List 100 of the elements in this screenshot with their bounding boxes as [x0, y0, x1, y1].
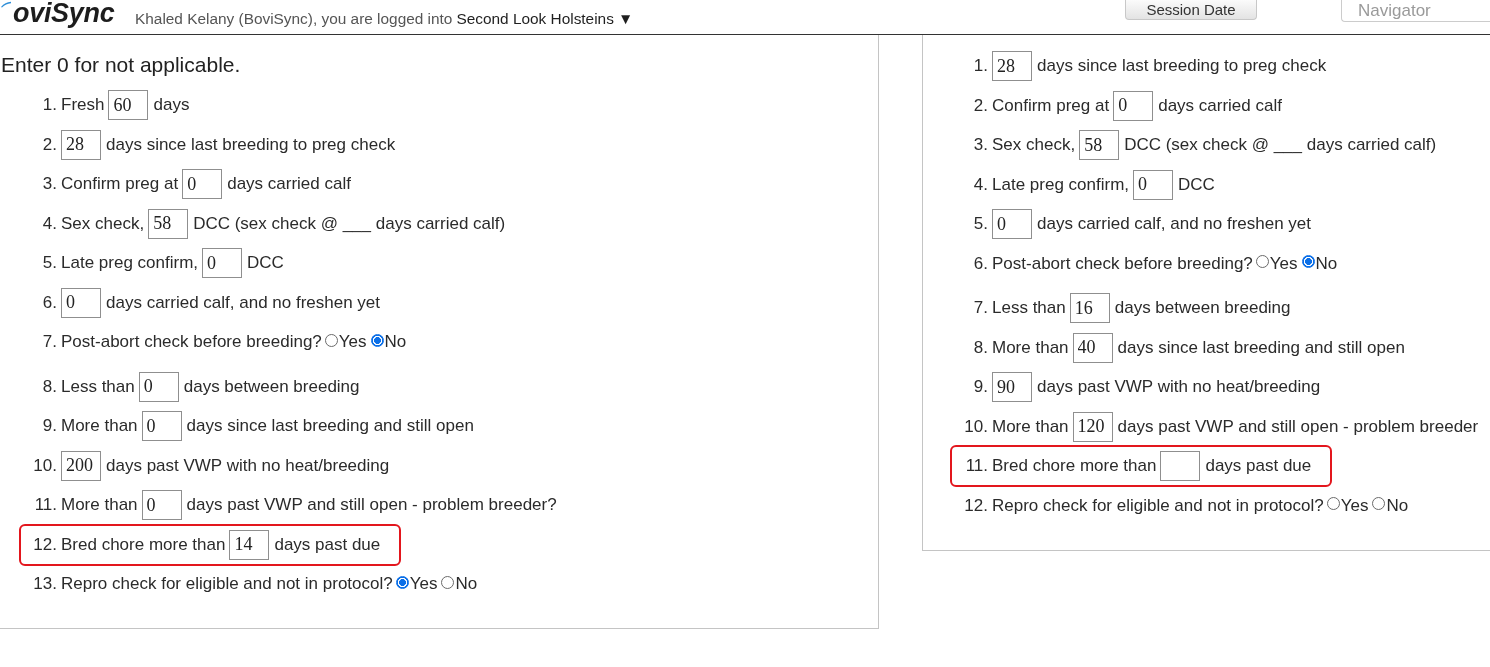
session-date-button[interactable]: Session Date [1125, 0, 1257, 20]
swoosh-icon [0, 1, 12, 8]
field-label: More than [992, 337, 1069, 358]
radio-label[interactable]: Yes [409, 574, 438, 594]
item-number: 10. [963, 416, 988, 437]
number-field[interactable]: 14 [229, 529, 270, 560]
number-field[interactable]: 90 [992, 372, 1032, 402]
number-field[interactable] [1160, 451, 1201, 481]
unit-label: days between breeding [183, 376, 360, 397]
field-label: Fresh [61, 95, 105, 115]
question-label: Post-abort check before breeding? [61, 332, 322, 352]
unit-label: DCC (sex check @ ___ days carried calf) [1124, 135, 1437, 155]
unit-label: days past due [1205, 456, 1312, 476]
unit-label: DCC (sex check @ ___ days carried calf) [193, 213, 506, 234]
number-field[interactable]: 0 [141, 411, 182, 441]
item-number: 11. [33, 495, 57, 515]
unit-label: days since last breeding and still open [186, 416, 474, 436]
item-number: 5. [972, 214, 988, 234]
radio-button[interactable] [1326, 497, 1340, 510]
unit-label: days between breeding [1114, 298, 1291, 318]
number-field[interactable]: 40 [1072, 332, 1113, 363]
item-number: 1. [972, 56, 988, 76]
unit-label: days past VWP and still open - problem breeder? [186, 495, 557, 515]
item-number: 2. [41, 134, 57, 155]
number-field[interactable]: 0 [141, 490, 182, 520]
item-number: 1. [41, 95, 57, 115]
unit-label: days carried calf, and no freshen yet [106, 292, 381, 313]
field-label: Bred chore more than [992, 456, 1157, 476]
radio-button[interactable] [324, 333, 338, 347]
radio-label[interactable]: Yes [1340, 495, 1369, 516]
item-number: 9. [41, 416, 57, 436]
unit-label: days past VWP with no heat/breeding [106, 455, 390, 476]
item-number: 7. [41, 332, 57, 352]
item-number: 8. [41, 376, 57, 397]
radio-button[interactable] [1301, 255, 1315, 268]
radio-label[interactable]: Yes [1269, 253, 1298, 274]
field-label: Less than [992, 298, 1066, 318]
item-number: 3. [972, 135, 988, 155]
field-label: More than [992, 416, 1069, 437]
item-number: 2. [972, 95, 988, 116]
number-field[interactable]: 0 [1133, 169, 1173, 200]
number-field[interactable]: 0 [138, 371, 179, 402]
unit-label: days since last breeding and still open [1117, 337, 1405, 358]
radio-label[interactable]: No [1386, 495, 1409, 516]
number-field[interactable]: 16 [1069, 293, 1110, 323]
radio-button[interactable] [441, 575, 455, 589]
navigator-field[interactable]: Navigator [1341, 0, 1490, 22]
number-field[interactable]: 28 [61, 129, 101, 160]
field-label: More than [61, 416, 138, 436]
radio-label[interactable]: No [455, 574, 478, 594]
question-label: Repro check for eligible and not in protocol? [61, 574, 393, 594]
unit-label: days carried calf, and no freshen yet [1037, 214, 1312, 234]
unit-label: days [153, 95, 190, 115]
item-number: 6. [41, 292, 57, 313]
item-number: 9. [972, 377, 988, 397]
radio-label[interactable]: Yes [338, 332, 367, 352]
number-field[interactable]: 58 [148, 208, 189, 239]
field-label: Bred chore more than [61, 534, 226, 555]
number-field[interactable]: 0 [61, 287, 101, 318]
radio-button[interactable] [395, 575, 409, 589]
unit-label: days carried calf [227, 174, 351, 194]
item-number: 6. [972, 253, 988, 274]
number-field[interactable]: 120 [1072, 411, 1113, 442]
radio-button[interactable] [370, 333, 384, 347]
number-field[interactable]: 0 [182, 169, 223, 199]
radio-button[interactable] [1255, 255, 1269, 268]
radio-label[interactable]: No [384, 332, 407, 352]
item-number: 12. [963, 495, 988, 516]
item-number: 11. [964, 456, 988, 476]
number-field[interactable]: 28 [992, 51, 1032, 81]
number-field[interactable]: 58 [1079, 130, 1120, 160]
number-field[interactable]: 0 [202, 248, 242, 278]
item-number: 12. [32, 534, 57, 555]
farm-dropdown[interactable]: Second Look Holsteins ▼ [456, 10, 634, 34]
field-label: Sex check, [61, 213, 145, 234]
unit-label: days past VWP and still open - problem breeder [1117, 416, 1479, 437]
unit-label: DCC [247, 253, 284, 273]
item-number: 4. [972, 174, 988, 195]
number-field[interactable]: 0 [1113, 90, 1154, 121]
field-label: Less than [61, 376, 135, 397]
number-field[interactable]: 200 [61, 450, 101, 481]
item-number: 13. [32, 574, 57, 594]
number-field[interactable]: 60 [108, 90, 149, 120]
unit-label: days past VWP with no heat/breeding [1037, 377, 1321, 397]
field-label: Confirm preg at [992, 95, 1110, 116]
number-field[interactable]: 0 [992, 209, 1032, 239]
item-number: 8. [972, 337, 988, 358]
question-label: Repro check for eligible and not in protocol? [992, 495, 1324, 516]
item-number: 4. [41, 213, 57, 234]
radio-button[interactable] [1372, 497, 1386, 510]
unit-label: days since last breeding to preg check [1037, 56, 1327, 76]
item-number: 5. [41, 253, 57, 273]
item-number: 7. [972, 298, 988, 318]
instruction-text: Enter 0 for not applicable. [1, 53, 241, 77]
field-label: Late preg confirm, [992, 174, 1129, 195]
radio-label[interactable]: No [1315, 253, 1338, 274]
logo-text: oviSync [13, 0, 115, 27]
unit-label: days since last breeding to preg check [106, 134, 396, 155]
item-number: 3. [41, 174, 57, 194]
item-number: 10. [32, 455, 57, 476]
